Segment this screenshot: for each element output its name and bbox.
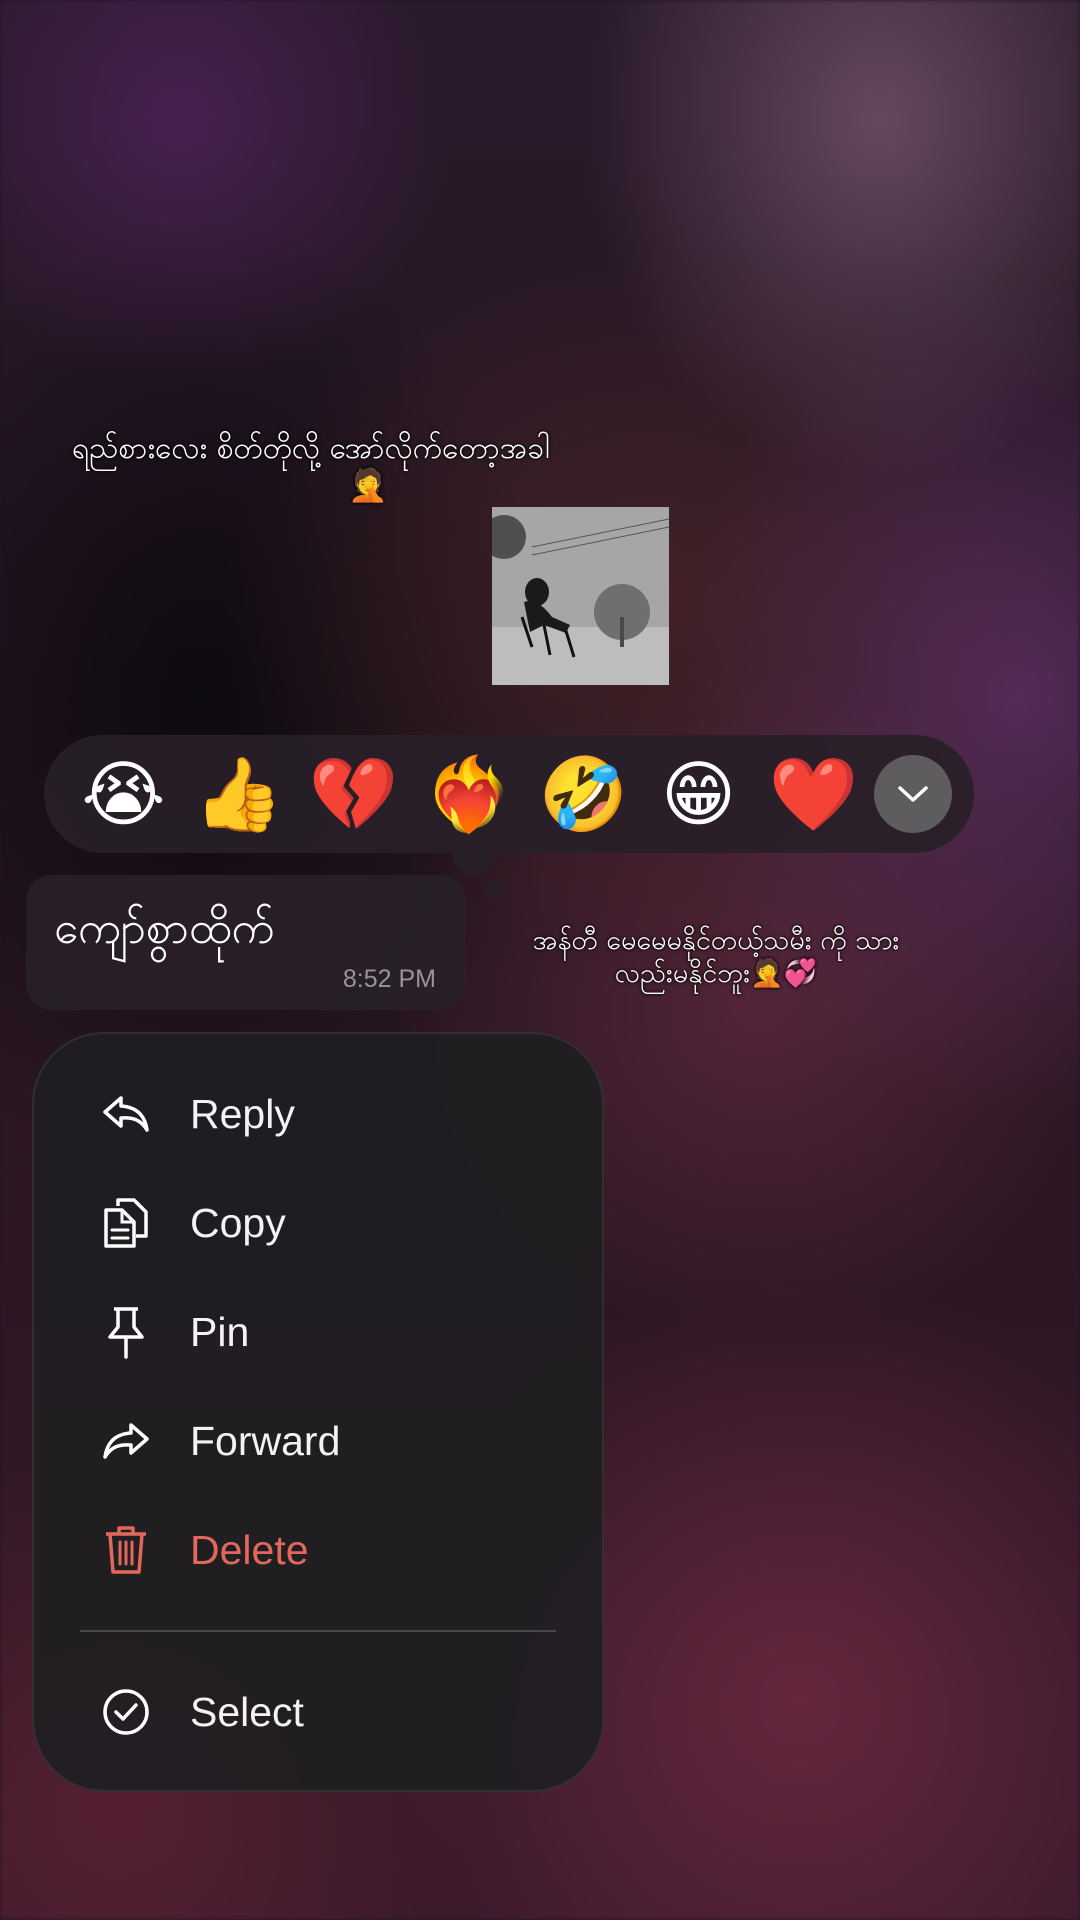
selected-message-bubble[interactable]: ကျော်စွာထိုက် 8:52 PM [26, 875, 466, 1010]
menu-item-delete[interactable]: Delete [34, 1500, 602, 1600]
menu-label-copy: Copy [190, 1199, 286, 1246]
menu-label-forward: Forward [190, 1417, 341, 1464]
message-text: ကျော်စွာထိုက် [54, 903, 275, 954]
chevron-down-icon [898, 786, 928, 802]
check-circle-icon [100, 1686, 152, 1738]
message-timestamp: 8:52 PM [342, 965, 436, 993]
menu-label-reply: Reply [190, 1090, 295, 1137]
forward-icon [100, 1415, 152, 1467]
reaction-rolling-laughing[interactable]: 🤣 [526, 735, 641, 853]
background-caption-emoji: 🤦 [348, 466, 388, 504]
copy-icon [100, 1197, 152, 1249]
menu-label-select: Select [190, 1688, 304, 1735]
menu-label-pin: Pin [190, 1308, 250, 1355]
pin-icon [100, 1306, 152, 1359]
reply-icon [100, 1088, 152, 1140]
menu-item-forward[interactable]: Forward [34, 1391, 602, 1491]
reaction-beaming-grin[interactable]: 😁 [641, 735, 756, 853]
menu-item-copy[interactable]: Copy [34, 1173, 602, 1273]
reaction-heart-on-fire[interactable]: ❤️‍🔥 [411, 735, 526, 853]
expand-reactions-button[interactable] [874, 755, 952, 833]
menu-label-delete: Delete [190, 1526, 309, 1573]
reaction-loudly-crying[interactable]: 😭 [66, 735, 181, 853]
reaction-bar: 😭 👍 💔 ❤️‍🔥 🤣 😁 ❤️ [44, 735, 974, 853]
trash-icon [100, 1524, 152, 1576]
message-context-menu: Reply Copy Pin Forward Delete Select [32, 1032, 604, 1792]
menu-item-select[interactable]: Select [34, 1662, 602, 1762]
reaction-broken-heart[interactable]: 💔 [296, 735, 411, 853]
menu-item-pin[interactable]: Pin [34, 1282, 602, 1382]
background-caption-line1: ရည်စားလေး စိတ်တိုလို့ အော်လိုက်တော့အခါ [72, 431, 550, 466]
reaction-bar-tail-dot [486, 880, 506, 900]
background-caption-line2: အန်တီ မေမေမနိုင်တယ့်သမီး ကို သားလည်းမနို… [532, 925, 900, 989]
reaction-thumbs-up[interactable]: 👍 [181, 735, 296, 853]
menu-item-reply[interactable]: Reply [34, 1064, 602, 1164]
background-photo [492, 507, 669, 685]
reaction-red-heart[interactable]: ❤️ [756, 735, 871, 853]
menu-divider [80, 1630, 556, 1632]
